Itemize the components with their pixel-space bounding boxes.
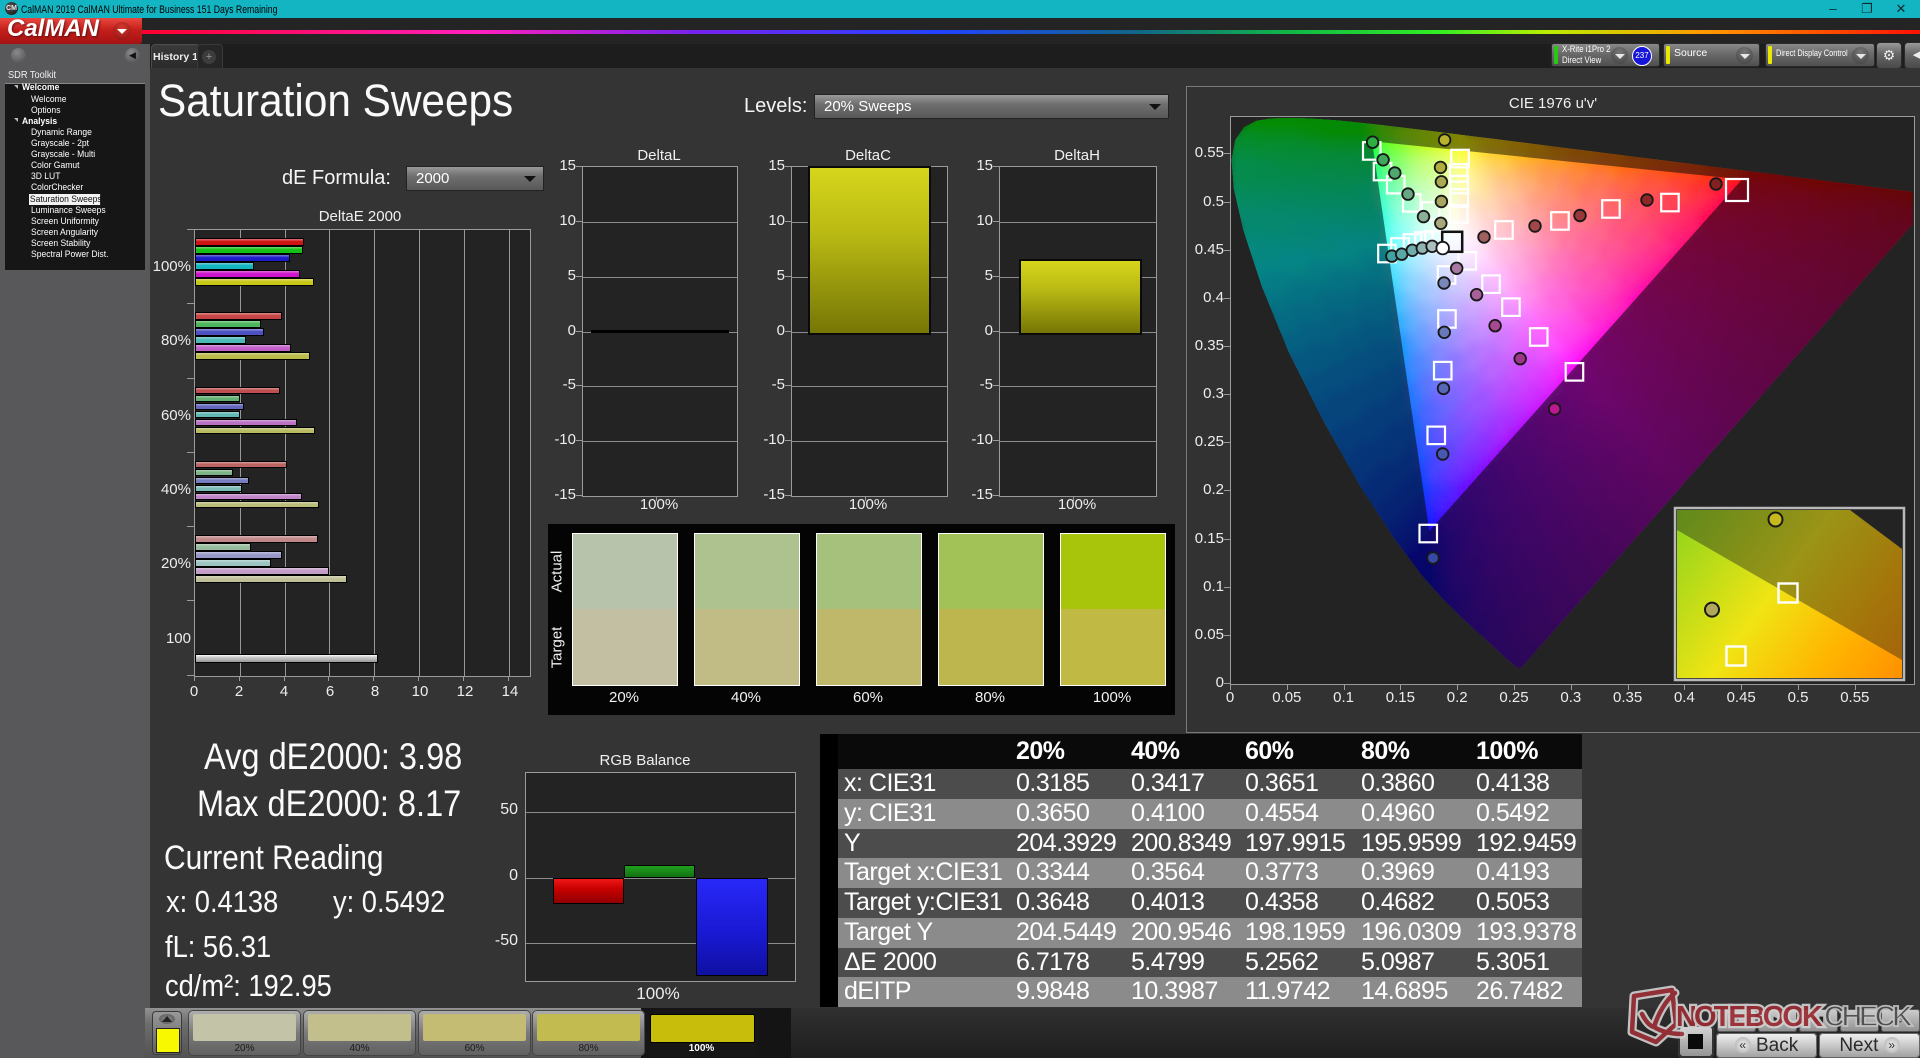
svg-text:NOTEBOOK: NOTEBOOK	[1676, 1001, 1823, 1033]
svg-text:CHECK: CHECK	[1824, 1001, 1913, 1033]
